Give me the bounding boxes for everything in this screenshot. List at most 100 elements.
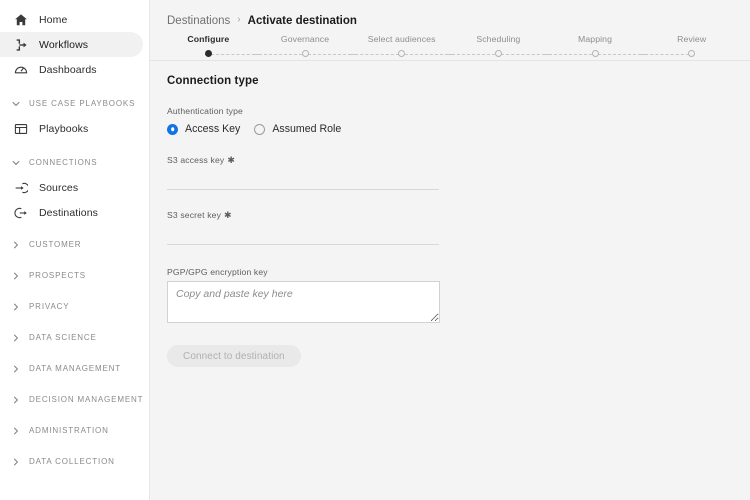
sidebar-section-data-management[interactable]: Data management bbox=[0, 356, 149, 381]
chevron-right-icon bbox=[11, 426, 21, 436]
step-connector bbox=[350, 49, 453, 58]
required-asterisk-icon: ✱ bbox=[224, 210, 232, 220]
required-asterisk-icon: ✱ bbox=[227, 155, 236, 165]
step-dot bbox=[301, 50, 309, 57]
label-text: S3 access key bbox=[167, 155, 225, 165]
step-label: Select audiences bbox=[367, 34, 436, 44]
step-label: Review bbox=[677, 34, 707, 44]
sidebar-item-label: Workflows bbox=[39, 38, 89, 51]
sidebar-item-label: Sources bbox=[39, 181, 79, 194]
configure-form: Connection type Authentication type Acce… bbox=[150, 61, 750, 367]
step-label: Scheduling bbox=[476, 34, 521, 44]
sidebar-item-label: Playbooks bbox=[39, 122, 89, 135]
auth-type-label: Authentication type bbox=[167, 106, 243, 116]
home-icon bbox=[14, 13, 28, 27]
chevron-down-icon bbox=[11, 158, 21, 168]
chevron-right-icon bbox=[11, 271, 21, 281]
app-root: Home Workflows Dashboards USE CASE PLAYB… bbox=[0, 0, 750, 500]
step-connector bbox=[160, 49, 260, 58]
sidebar-section-prospects[interactable]: Prospects bbox=[0, 263, 149, 288]
step-label: Configure bbox=[187, 34, 230, 44]
chevron-right-icon bbox=[11, 457, 21, 467]
sidebar-section-label: Customer bbox=[29, 240, 82, 249]
sidebar-section-data-collection[interactable]: Data collection bbox=[0, 449, 149, 474]
main-content: Destinations › Activate destination Conf… bbox=[150, 0, 750, 500]
step-mapping[interactable]: Mapping bbox=[543, 34, 647, 58]
s3-access-key-input[interactable] bbox=[167, 169, 439, 190]
step-dot bbox=[398, 50, 406, 57]
sidebar-section-customer[interactable]: Customer bbox=[0, 232, 149, 257]
step-connector bbox=[640, 49, 740, 58]
sidebar-item-dashboards[interactable]: Dashboards bbox=[0, 57, 143, 82]
sidebar-section-label: Privacy bbox=[29, 302, 70, 311]
s3-access-key-field: S3 access key ✱ bbox=[167, 155, 439, 190]
step-connector bbox=[543, 49, 647, 58]
step-connector bbox=[447, 49, 550, 58]
step-dot-active bbox=[204, 50, 212, 57]
panel-title: Connection type bbox=[167, 75, 259, 87]
sidebar-item-label: Home bbox=[39, 13, 68, 26]
radio-mark bbox=[254, 123, 266, 135]
sidebar-section-label: Decision management bbox=[29, 395, 144, 404]
sidebar-item-destinations[interactable]: Destinations bbox=[0, 200, 143, 225]
sidebar-item-label: Dashboards bbox=[39, 63, 97, 76]
sidebar-section-label: Use case playbooks bbox=[29, 99, 136, 108]
workflows-icon bbox=[14, 38, 28, 52]
step-label: Mapping bbox=[578, 34, 613, 44]
wizard-stepper: Configure Governance Select audiences Sc… bbox=[150, 30, 750, 61]
arrow-into-circle-icon bbox=[14, 181, 28, 195]
sidebar-section-use-case-playbooks[interactable]: Use case playbooks bbox=[0, 91, 149, 116]
pgp-key-field: PGP/GPG encryption key bbox=[167, 267, 750, 323]
sidebar: Home Workflows Dashboards USE CASE PLAYB… bbox=[0, 0, 150, 500]
sidebar-section-connections[interactable]: Connections bbox=[0, 150, 149, 175]
pgp-key-textarea[interactable] bbox=[167, 281, 440, 323]
chevron-right-icon bbox=[11, 240, 21, 250]
step-select-audiences[interactable]: Select audiences bbox=[350, 34, 453, 58]
step-scheduling[interactable]: Scheduling bbox=[447, 34, 550, 58]
sidebar-item-playbooks[interactable]: Playbooks bbox=[0, 116, 143, 141]
chevron-right-icon bbox=[11, 364, 21, 374]
sidebar-section-label: Data science bbox=[29, 333, 97, 342]
sidebar-item-workflows[interactable]: Workflows bbox=[0, 32, 143, 57]
radio-label: Access Key bbox=[185, 123, 241, 135]
s3-secret-key-input[interactable] bbox=[167, 224, 439, 245]
radio-label: Assumed Role bbox=[272, 123, 342, 135]
step-dot bbox=[494, 50, 502, 57]
sidebar-section-decision-management[interactable]: Decision management bbox=[0, 387, 149, 412]
step-dot bbox=[688, 50, 696, 57]
label-text: S3 secret key bbox=[167, 210, 222, 220]
sidebar-section-label: Data management bbox=[29, 364, 122, 373]
connect-to-destination-button[interactable]: Connect to destination bbox=[167, 345, 301, 367]
chevron-right-icon bbox=[11, 333, 21, 343]
chevron-right-icon bbox=[11, 302, 21, 312]
sidebar-section-privacy[interactable]: Privacy bbox=[0, 294, 149, 319]
radio-access-key[interactable]: Access Key bbox=[167, 123, 240, 135]
breadcrumb: Destinations › Activate destination bbox=[150, 0, 750, 30]
s3-secret-key-field: S3 secret key ✱ bbox=[167, 210, 439, 245]
breadcrumb-parent-link[interactable]: Destinations bbox=[167, 15, 230, 27]
sidebar-section-label: Data collection bbox=[29, 457, 115, 466]
chevron-right-icon bbox=[11, 395, 21, 405]
sidebar-section-label: Prospects bbox=[29, 271, 86, 280]
sidebar-section-label: Connections bbox=[29, 158, 98, 167]
sidebar-item-home[interactable]: Home bbox=[0, 7, 143, 32]
step-label: Governance bbox=[280, 34, 330, 44]
arrow-out-of-circle-icon bbox=[14, 206, 28, 220]
playbooks-grid-icon bbox=[14, 122, 28, 136]
breadcrumb-separator-icon: › bbox=[237, 14, 241, 25]
page-title: Activate destination bbox=[247, 14, 357, 27]
sidebar-section-data-science[interactable]: Data science bbox=[0, 325, 149, 350]
sidebar-item-sources[interactable]: Sources bbox=[0, 175, 143, 200]
step-governance[interactable]: Governance bbox=[253, 34, 357, 58]
step-review[interactable]: Review bbox=[640, 34, 740, 58]
step-configure[interactable]: Configure bbox=[160, 34, 260, 58]
step-dot bbox=[591, 50, 599, 57]
sidebar-item-label: Destinations bbox=[39, 206, 98, 219]
sidebar-section-administration[interactable]: Administration bbox=[0, 418, 149, 443]
dashboards-icon bbox=[14, 63, 28, 77]
radio-mark-selected bbox=[167, 123, 178, 135]
sidebar-section-label: Administration bbox=[29, 426, 109, 435]
radio-assumed-role[interactable]: Assumed Role bbox=[254, 123, 341, 135]
auth-type-radio-group: Access Key Assumed Role bbox=[167, 123, 750, 135]
chevron-down-icon bbox=[11, 99, 21, 109]
